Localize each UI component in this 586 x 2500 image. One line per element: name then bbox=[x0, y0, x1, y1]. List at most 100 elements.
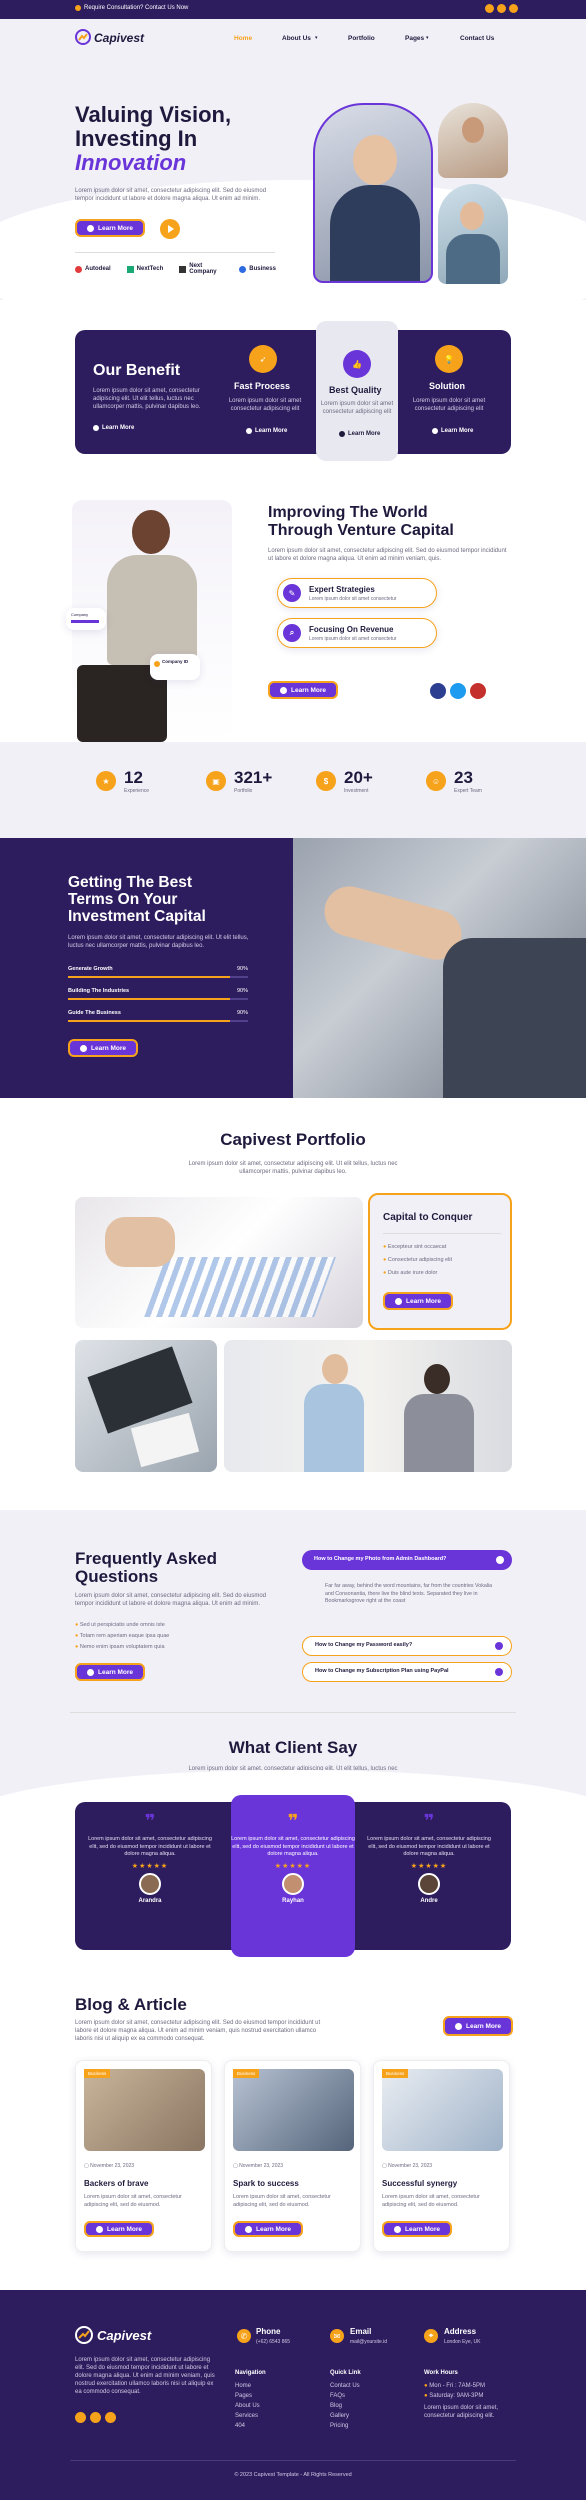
faq-item-open[interactable]: How to Change my Photo from Admin Dashbo… bbox=[302, 1550, 512, 1570]
blog-post-text: Lorem ipsum dolor sit amet, consectetur … bbox=[84, 2194, 182, 2208]
footer-hours-line: ● Saturday: 9AM-3PM bbox=[424, 2391, 514, 2401]
footer-nav-link[interactable]: Services bbox=[235, 2411, 266, 2421]
stat-label: Experience bbox=[124, 788, 150, 794]
about-title-line1: Improving The World bbox=[268, 504, 428, 521]
footer-phone[interactable]: (+62) 6543 865 bbox=[256, 2339, 290, 2345]
footer-quick-link[interactable]: FAQs bbox=[330, 2391, 361, 2401]
facebook-icon[interactable] bbox=[430, 683, 446, 699]
faq-learn-more-button[interactable]: Learn More bbox=[75, 1663, 146, 1681]
benefit-item-text: Lorem ipsum dolor sit amet consectetur a… bbox=[320, 401, 394, 415]
portfolio-card-list: ● Excepteur sint occaecat ● Consectetur … bbox=[383, 1241, 452, 1280]
capital-text: Lorem ipsum dolor sit amet, consectetur … bbox=[68, 935, 249, 949]
twitter-icon[interactable] bbox=[90, 2412, 101, 2423]
person-body bbox=[446, 234, 500, 284]
benefit-item-link[interactable]: Learn More bbox=[432, 428, 473, 434]
benefit-link[interactable]: Learn More bbox=[93, 425, 134, 431]
footer-quick-link[interactable]: Blog bbox=[330, 2401, 361, 2411]
nav-portfolio[interactable]: Portfolio bbox=[348, 35, 375, 42]
hero-learn-more-button[interactable]: Learn More bbox=[75, 219, 146, 237]
footer-brand[interactable]: Capivest bbox=[97, 2328, 151, 2343]
blog-post-title[interactable]: Successful synergy bbox=[382, 2179, 457, 2188]
nav-contact[interactable]: Contact Us bbox=[460, 35, 494, 42]
stats-row: ★ 12 Experience ▣ 321+ Portfolio $20+ Investm… bbox=[96, 768, 536, 794]
stat-value: 20+ bbox=[344, 768, 373, 787]
benefit-item-link[interactable]: Learn More bbox=[246, 428, 287, 434]
youtube-icon[interactable] bbox=[105, 2412, 116, 2423]
twitter-icon[interactable] bbox=[497, 4, 506, 13]
blog-card[interactable]: Business ▢ November 23, 2023 Successful … bbox=[373, 2060, 510, 2252]
divider bbox=[70, 1712, 516, 1713]
quote-icon: ❞ bbox=[423, 1811, 435, 1831]
benefit-item-text: Lorem ipsum dolor sit amet consectetur a… bbox=[228, 398, 302, 412]
stat-value: 12 bbox=[124, 768, 143, 787]
stat-item: $20+ Investment bbox=[316, 768, 426, 794]
blog-post-button[interactable]: Learn More bbox=[84, 2221, 155, 2237]
testimonial-name: Arandra bbox=[138, 1897, 162, 1904]
about-title-line2: Through Venture Capital bbox=[268, 522, 454, 539]
portfolio-learn-more-button[interactable]: Learn More bbox=[383, 1292, 454, 1310]
footer-email[interactable]: mail@yoursite.id bbox=[350, 2339, 387, 2345]
footer-nav-title: Navigation bbox=[235, 2370, 266, 2376]
blog-image bbox=[382, 2069, 503, 2151]
nav-home[interactable]: Home bbox=[234, 35, 252, 42]
blog-post-title[interactable]: Spark to success bbox=[233, 2179, 299, 2188]
footer-nav-link[interactable]: 404 bbox=[235, 2421, 266, 2431]
hero-title: Valuing Vision, Investing In Innovation bbox=[75, 103, 231, 175]
footer-quick-link[interactable]: Contact Us bbox=[330, 2381, 361, 2391]
youtube-icon[interactable] bbox=[470, 683, 486, 699]
progress-fill bbox=[68, 1020, 230, 1022]
stat-label: Investment bbox=[344, 788, 369, 794]
blog-post-button[interactable]: Learn More bbox=[233, 2221, 304, 2237]
progress-label: Building The Industries bbox=[68, 988, 130, 994]
footer-nav: Navigation Home Pages About Us Services … bbox=[235, 2368, 266, 2431]
progress-list: Generate Growth 90% Building The Industrie… bbox=[68, 966, 248, 1032]
about-learn-more-button[interactable]: Learn More bbox=[268, 681, 339, 699]
twitter-icon[interactable] bbox=[450, 683, 466, 699]
partner-name: NextTech bbox=[136, 266, 164, 272]
blog-card[interactable]: Business ▢ November 23, 2023 Spark to su… bbox=[224, 2060, 361, 2252]
blog-button-label: Learn More bbox=[466, 2022, 502, 2030]
play-button[interactable] bbox=[160, 219, 180, 239]
benefit-text: Lorem ipsum dolor sit amet, consectetur … bbox=[93, 388, 201, 410]
blog-card[interactable]: Business ▢ November 23, 2023 Backers of … bbox=[75, 2060, 212, 2252]
footer-email-title: Email bbox=[350, 2327, 372, 2336]
float-card-bar bbox=[71, 620, 99, 623]
blog-post-title[interactable]: Backers of brave bbox=[84, 2179, 148, 2188]
topbar-cta[interactable]: Require Consultation? Contact Us Now bbox=[84, 5, 188, 11]
blog-learn-more-button[interactable]: Learn More bbox=[443, 2016, 514, 2036]
facebook-icon[interactable] bbox=[75, 2412, 86, 2423]
partner-name: Autodeal bbox=[85, 266, 111, 272]
blog-post-button-label: Learn More bbox=[107, 2225, 143, 2233]
hero-photo-main bbox=[313, 103, 433, 283]
footer-quick-link[interactable]: Gallery bbox=[330, 2411, 361, 2421]
arrow-icon bbox=[96, 2225, 103, 2233]
blog-date-text: November 23, 2023 bbox=[388, 2163, 433, 2169]
footer-nav-link[interactable]: Home bbox=[235, 2381, 266, 2391]
person-face bbox=[460, 202, 484, 230]
blog-date: ▢ November 23, 2023 bbox=[233, 2163, 283, 2169]
footer-nav-link[interactable]: Pages bbox=[235, 2391, 266, 2401]
facebook-icon[interactable] bbox=[485, 4, 494, 13]
experience-icon: ★ bbox=[96, 771, 116, 791]
blog-posts: Business ▢ November 23, 2023 Backers of … bbox=[75, 2060, 511, 2252]
blog-post-button[interactable]: Learn More bbox=[382, 2221, 453, 2237]
youtube-icon[interactable] bbox=[509, 4, 518, 13]
footer-nav-link[interactable]: About Us bbox=[235, 2401, 266, 2411]
faq-item[interactable]: How to Change my Subscription Plan using… bbox=[302, 1662, 512, 1682]
nav-pages[interactable]: Pages bbox=[405, 35, 424, 42]
brand-name[interactable]: Capivest bbox=[94, 31, 144, 45]
benefit-item-link[interactable]: Learn More bbox=[339, 431, 380, 437]
faq-question: How to Change my Subscription Plan using… bbox=[315, 1668, 449, 1674]
partner-logo: Autodeal bbox=[75, 265, 111, 273]
portfolio-button-label: Learn More bbox=[406, 1297, 442, 1305]
arrow-icon bbox=[395, 1297, 402, 1305]
partner-logo: Next Company bbox=[179, 263, 223, 275]
progress-item: Generate Growth 90% bbox=[68, 966, 248, 988]
faq-item[interactable]: How to Change my Password easily? bbox=[302, 1636, 512, 1656]
nav-about[interactable]: About Us bbox=[282, 35, 311, 42]
testimonial-card: ❞ Lorem ipsum dolor sit amet, consectetu… bbox=[85, 1812, 215, 1904]
capital-learn-more-button[interactable]: Learn More bbox=[68, 1039, 139, 1057]
logo-icon bbox=[75, 29, 91, 45]
footer-quick-link[interactable]: Pricing bbox=[330, 2421, 361, 2431]
arrow-icon bbox=[455, 2022, 462, 2030]
